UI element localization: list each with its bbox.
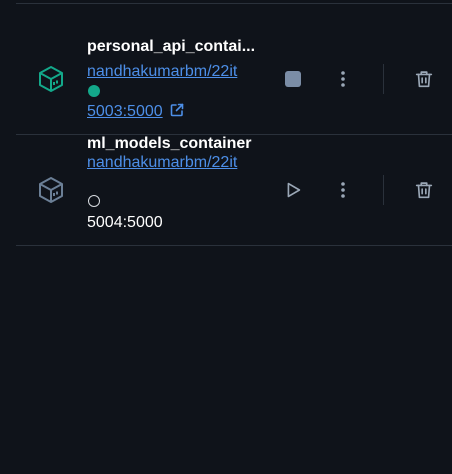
cube-icon bbox=[36, 64, 66, 94]
stopped-circle-icon bbox=[88, 195, 100, 207]
action-separator bbox=[383, 64, 384, 94]
port-mapping-link[interactable]: 5003:5000 bbox=[87, 102, 185, 124]
stop-icon bbox=[285, 71, 301, 87]
container-name[interactable]: personal_api_contai... bbox=[87, 38, 267, 56]
more-vertical-icon bbox=[341, 182, 345, 198]
play-icon bbox=[287, 182, 301, 198]
trash-icon bbox=[415, 182, 433, 199]
start-button[interactable] bbox=[281, 178, 305, 202]
action-separator bbox=[383, 175, 384, 205]
port-mapping-text: 5004:5000 bbox=[87, 214, 163, 231]
stop-button[interactable] bbox=[281, 67, 305, 91]
trash-icon bbox=[415, 71, 433, 88]
delete-button[interactable] bbox=[412, 67, 436, 91]
container-row-ml-models: ml_models_container nandhakumarbm/22it 5… bbox=[16, 135, 452, 246]
container-image-link[interactable]: nandhakumarbm/22it bbox=[87, 62, 263, 82]
more-vertical-icon bbox=[341, 71, 345, 87]
cube-icon bbox=[36, 175, 66, 205]
containers-panel: personal_api_contai... nandhakumarbm/22i… bbox=[0, 0, 452, 474]
container-row-personal-api: personal_api_contai... nandhakumarbm/22i… bbox=[16, 24, 452, 135]
top-divider bbox=[16, 3, 452, 4]
running-dot-icon bbox=[88, 85, 100, 97]
more-options-button[interactable] bbox=[331, 178, 355, 202]
container-name[interactable]: ml_models_container bbox=[87, 135, 287, 153]
port-mapping-text[interactable]: 5003:5000 bbox=[87, 103, 163, 120]
more-options-button[interactable] bbox=[331, 67, 355, 91]
container-image-link[interactable]: nandhakumarbm/22it bbox=[87, 153, 263, 173]
delete-button[interactable] bbox=[412, 178, 436, 202]
external-link-icon[interactable] bbox=[169, 102, 185, 124]
